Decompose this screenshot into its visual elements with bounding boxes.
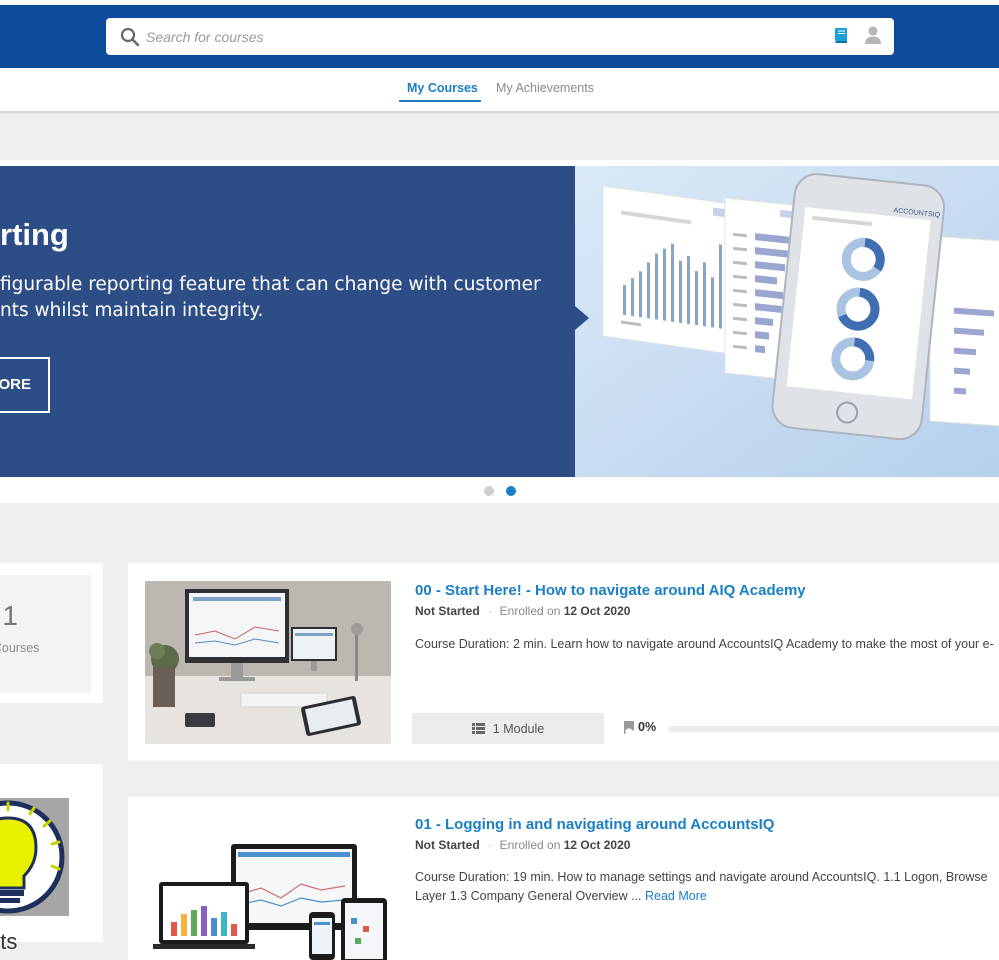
top-header [0,0,999,68]
course-progress: 0% [624,720,999,734]
banner-title: rting [0,217,69,252]
meta-separator: · [487,838,492,852]
course-description-line1: Course Duration: 19 min. How to manage s… [415,870,988,884]
meta-separator: · [487,604,492,618]
course-description: Course Duration: 2 min. Learn how to nav… [415,637,994,651]
course-title[interactable]: 01 - Logging in and navigating around Ac… [415,816,774,833]
progress-bar [668,726,999,732]
course-thumbnail[interactable] [145,581,391,744]
banner-description: figurable reporting feature that can cha… [0,272,575,324]
banner-description-line2: nts whilst maintain integrity. [0,300,264,321]
search-icon[interactable] [120,27,140,47]
desk-computer-photo [145,581,391,744]
stats-card-inner [0,575,91,693]
lightbulb-icon [0,800,65,914]
achievement-caption: nts [0,929,18,954]
modules-label: 1 Module [492,721,545,736]
course-thumbnail[interactable] [145,814,391,960]
enrolled-date: 12 Oct 2020 [563,604,631,618]
tab-my-courses[interactable]: My Courses [407,81,478,95]
progress-percent: 0% [638,720,657,734]
banner-pointer [575,306,589,330]
modules-button[interactable]: 1 Module [412,713,604,744]
course-meta: Not Started · Enrolled on 12 Oct 2020 [415,838,630,852]
tab-my-achievements[interactable]: My Achievements [496,81,594,95]
carousel-dot-2[interactable] [506,486,516,496]
course-card[interactable]: 01 - Logging in and navigating around Ac… [128,797,999,960]
reporting-mockup-illustration: ACCOUNTSIQ [575,166,999,477]
course-description: Course Duration: 19 min. How to manage s… [415,868,999,905]
search-input[interactable] [146,24,746,49]
user-icon[interactable] [864,25,882,45]
devices-illustration [145,814,391,960]
stats-card [0,563,103,703]
book-icon[interactable] [832,25,852,45]
list-icon [471,723,485,734]
course-meta: Not Started · Enrolled on 12 Oct 2020 [415,604,630,618]
search-bar[interactable] [106,18,894,55]
banner-slide-text-panel: rting figurable reporting feature that c… [0,166,575,477]
banner-image: ACCOUNTSIQ [575,166,999,477]
banner-carousel: rting figurable reporting feature that c… [0,160,999,503]
course-card[interactable]: 00 - Start Here! - How to navigate aroun… [128,563,999,761]
course-description-line2: Layer 1.3 Company General Overview ... R… [415,887,999,906]
banner-learn-more-button[interactable]: ORE [0,357,50,413]
course-description-line2-text: Layer 1.3 Company General Overview ... [415,888,642,903]
banner-description-line1: figurable reporting feature that can cha… [0,274,541,295]
enrolled-prefix: Enrolled on [499,604,561,618]
course-title[interactable]: 00 - Start Here! - How to navigate aroun… [415,582,806,599]
tab-bar: My Courses My Achievements [0,68,999,113]
achievement-image [0,798,69,916]
course-status: Not Started [415,838,480,852]
course-status: Not Started [415,604,480,618]
carousel-dot-1[interactable] [484,486,494,496]
flag-icon [624,720,634,734]
stats-label: ted Courses [0,641,40,655]
stats-count: 1 [2,600,18,631]
enrolled-prefix: Enrolled on [499,838,561,852]
read-more-link[interactable]: Read More [645,889,707,903]
enrolled-date: 12 Oct 2020 [563,838,631,852]
active-tab-indicator [399,100,481,102]
